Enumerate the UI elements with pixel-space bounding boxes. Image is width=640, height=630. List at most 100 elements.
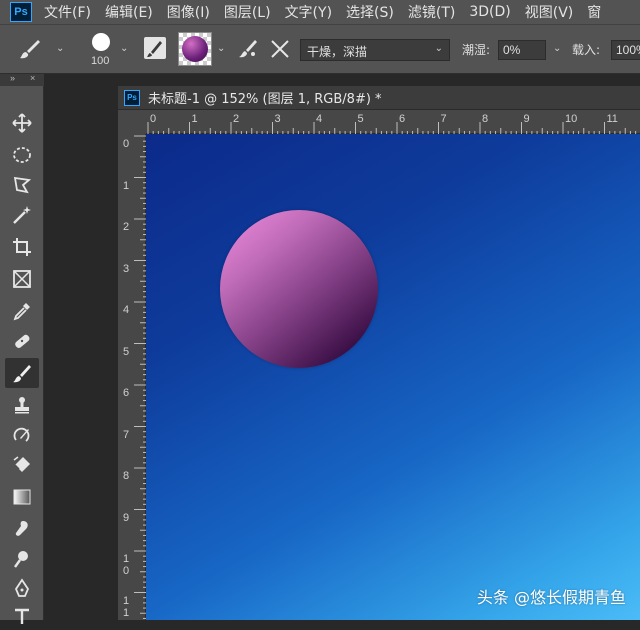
options-bar: ⌄ 100 ⌄ ⌄ 干燥，深描 ⌄ 潮湿: 0% ⌄ 载入: 100%: [0, 24, 640, 74]
close-toolbar-icon[interactable]: ×: [30, 73, 35, 83]
crop-tool[interactable]: [5, 232, 39, 262]
ruler-corner: [118, 110, 146, 134]
toolbar-header: » ×: [0, 73, 44, 86]
type-tool[interactable]: [5, 600, 39, 630]
horizontal-ruler[interactable]: 0 1 2 3 4 5 6 7 8 9 10 11: [146, 110, 640, 134]
gradient-icon: [13, 489, 31, 505]
watermark: 头条 @悠长假期青鱼: [476, 588, 626, 607]
swatch-chevron-down-icon[interactable]: ⌄: [217, 43, 225, 54]
eyedropper-icon: [13, 303, 30, 321]
wet-value: 0%: [503, 43, 521, 57]
ruler-label: 6: [123, 387, 130, 399]
collapse-toolbar-icon[interactable]: »: [10, 73, 15, 83]
move-tool[interactable]: [5, 108, 39, 138]
healing-brush-tool[interactable]: [5, 326, 39, 356]
ruler-label: 2: [233, 113, 240, 125]
menu-filter[interactable]: 滤镜(T): [408, 2, 455, 22]
document-tab[interactable]: Ps 未标题-1 @ 152% (图层 1, RGB/8#) *: [118, 86, 640, 110]
eraser-tool[interactable]: [5, 450, 39, 480]
ruler-label: 4: [123, 304, 130, 316]
wet-input[interactable]: 0%: [498, 40, 546, 60]
menu-view[interactable]: 视图(V): [525, 2, 574, 22]
history-brush-icon: [13, 427, 30, 442]
mix-mode-value: 干燥，深描: [307, 45, 368, 59]
menu-edit[interactable]: 编辑(E): [105, 2, 153, 22]
marquee-tool[interactable]: [5, 140, 39, 170]
brush-tip-preview[interactable]: [92, 33, 110, 51]
mix-mode-dropdown[interactable]: 干燥，深描 ⌄: [300, 39, 450, 61]
brush-tool-preset-icon[interactable]: [18, 37, 44, 61]
frame-tool[interactable]: [5, 264, 39, 294]
menu-3d[interactable]: 3D(D): [469, 4, 510, 20]
pen-icon: [14, 578, 30, 597]
ruler-label: 10: [565, 113, 578, 125]
load-value: 100%: [616, 43, 640, 57]
ruler-label: 5: [123, 345, 130, 358]
load-brush-icon[interactable]: [268, 37, 292, 61]
document-title: 未标题-1 @ 152% (图层 1, RGB/8#) *: [148, 92, 382, 107]
type-icon: [15, 608, 29, 624]
toolbar: [0, 86, 44, 624]
current-brush-sample-swatch[interactable]: [178, 32, 212, 66]
ruler-label: 9: [123, 511, 130, 524]
clean-brush-icon[interactable]: [236, 37, 260, 61]
ruler-label: 4: [316, 113, 323, 125]
ruler-label: 1: [191, 113, 198, 125]
brush-settings-panel-icon[interactable]: [144, 37, 166, 59]
stamp-icon: [15, 397, 29, 414]
dodge-tool[interactable]: [5, 544, 39, 574]
lasso-icon: [13, 176, 32, 194]
ruler-label: 1: [123, 179, 130, 192]
crop-icon: [13, 238, 31, 256]
brush-picker-chevron-down-icon[interactable]: ⌄: [120, 43, 128, 54]
clone-stamp-tool[interactable]: [5, 390, 39, 420]
menu-window[interactable]: 窗: [587, 2, 601, 22]
ruler-label: 10: [123, 553, 130, 577]
ruler-label: 7: [123, 428, 130, 441]
magic-wand-tool[interactable]: [5, 200, 39, 230]
menu-select[interactable]: 选择(S): [346, 2, 394, 22]
photoshop-logo: Ps: [10, 2, 32, 22]
history-brush-tool[interactable]: [5, 420, 39, 450]
healing-brush-icon: [15, 334, 30, 348]
ruler-label: 11: [123, 594, 130, 619]
menu-file[interactable]: 文件(F): [44, 2, 91, 22]
brush-icon: [13, 365, 31, 383]
eraser-icon: [13, 456, 30, 472]
magic-wand-icon: [13, 206, 31, 224]
load-input[interactable]: 100%: [611, 40, 640, 60]
ruler-label: 3: [274, 113, 281, 125]
ruler-label: 8: [482, 113, 489, 125]
ruler-label: 9: [523, 113, 530, 125]
ruler-label: 7: [440, 113, 447, 125]
menu-layer[interactable]: 图层(L): [224, 2, 271, 22]
ruler-label: 11: [606, 113, 618, 125]
brush-size-label: 100: [91, 55, 110, 67]
marquee-icon: [13, 147, 31, 163]
preset-chevron-down-icon[interactable]: ⌄: [56, 43, 64, 54]
brush-tool[interactable]: [5, 358, 39, 388]
lasso-tool[interactable]: [5, 170, 39, 200]
gradient-tool[interactable]: [5, 482, 39, 512]
vertical-ruler[interactable]: 0 1 2 3 4 5 6 7 8 9 10 11: [118, 134, 146, 620]
ruler-label: 2: [123, 221, 130, 233]
ruler-label: 5: [357, 113, 364, 125]
document-canvas[interactable]: 头条 @悠长假期青鱼: [146, 134, 640, 620]
frame-icon: [13, 270, 31, 288]
mix-mode-chevron-down-icon: ⌄: [434, 43, 443, 54]
move-icon: [12, 113, 32, 133]
blur-tool[interactable]: [5, 514, 39, 544]
menu-bar: Ps 文件(F) 编辑(E) 图像(I) 图层(L) 文字(Y) 选择(S) 滤…: [0, 0, 640, 24]
wet-chevron-down-icon[interactable]: ⌄: [553, 43, 561, 54]
vertical-ruler-ticks: [134, 135, 146, 619]
load-label: 载入:: [572, 43, 601, 57]
menu-type[interactable]: 文字(Y): [285, 2, 332, 22]
wet-label: 潮湿:: [462, 43, 491, 57]
blur-icon: [15, 521, 28, 536]
gradient-sphere[interactable]: [220, 210, 378, 368]
ruler-label: 6: [399, 113, 406, 125]
menu-image[interactable]: 图像(I): [167, 2, 210, 22]
ruler-label: 8: [123, 470, 130, 482]
ruler-label: 0: [150, 113, 157, 125]
eyedropper-tool[interactable]: [5, 296, 39, 326]
